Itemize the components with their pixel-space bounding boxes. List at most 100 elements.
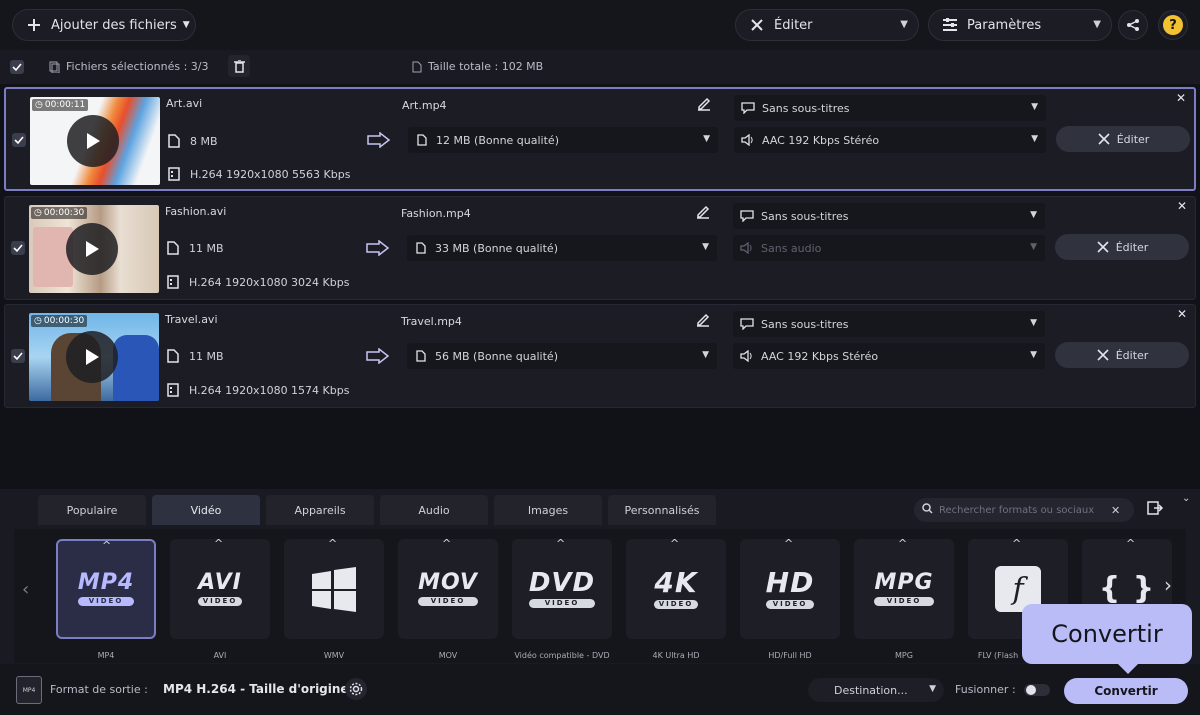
- chevron-down-icon: ▼: [1030, 350, 1037, 360]
- format-label: AVI: [213, 651, 227, 660]
- video-thumbnail[interactable]: ◷ 00:00:30: [29, 313, 159, 401]
- tab-devices[interactable]: Appareils: [266, 495, 374, 525]
- chevron-up-icon: ^: [1126, 537, 1136, 550]
- format-strip: ‹ ^ MP4 VIDEO ^ AVI VIDEO ^ ^ MOV VIDEO ^ D…: [14, 529, 1186, 663]
- edit-file-button[interactable]: Éditer: [1055, 234, 1189, 260]
- convert-button[interactable]: Convertir: [1064, 678, 1188, 704]
- share-button[interactable]: [1118, 10, 1148, 40]
- format-mov[interactable]: ^ MOV VIDEO: [398, 537, 498, 639]
- format-label: MOV: [438, 651, 458, 660]
- chevron-down-icon: ▼: [703, 134, 710, 144]
- format-label: Vidéo compatible - DVD: [514, 651, 610, 660]
- play-button[interactable]: [67, 115, 119, 167]
- play-button[interactable]: [66, 331, 118, 383]
- format-avi[interactable]: ^ AVI VIDEO: [170, 537, 270, 639]
- play-button[interactable]: [66, 223, 118, 275]
- output-quality-dropdown[interactable]: 12 MB (Bonne qualité) ▼: [408, 127, 718, 153]
- format-hd[interactable]: ^ HD VIDEO: [740, 537, 840, 639]
- file-row[interactable]: ◷ 00:00:30 Fashion.avi 11 MB H.264 1920x1…: [4, 196, 1196, 300]
- output-size: 12 MB (Bonne qualité): [436, 133, 559, 147]
- 4k-logo: 4K: [654, 566, 698, 599]
- source-filename: Fashion.avi: [165, 205, 227, 218]
- video-thumbnail[interactable]: ◷ 00:00:11: [30, 97, 160, 185]
- destination-dropdown[interactable]: Destination... ▼: [808, 678, 944, 702]
- tab-video[interactable]: Vidéo: [152, 495, 260, 525]
- play-icon: [86, 241, 99, 257]
- edit-file-button[interactable]: Éditer: [1055, 342, 1189, 368]
- export-icon[interactable]: [1146, 499, 1164, 520]
- subtitles-value: Sans sous-titres: [761, 317, 849, 331]
- remove-file-icon[interactable]: ✕: [1177, 307, 1187, 321]
- tab-popular[interactable]: Populaire: [38, 495, 146, 525]
- merge-toggle[interactable]: [1024, 684, 1050, 696]
- chevron-down-icon: ▼: [900, 19, 908, 30]
- check-icon: [13, 352, 23, 361]
- tab-images[interactable]: Images: [494, 495, 602, 525]
- output-size: 56 MB (Bonne qualité): [435, 349, 558, 363]
- mov-logo-sub: VIDEO: [418, 597, 478, 606]
- file-checkbox[interactable]: [11, 349, 25, 363]
- avi-logo-sub: VIDEO: [198, 597, 242, 606]
- tab-audio[interactable]: Audio: [380, 495, 488, 525]
- scroll-right-icon[interactable]: ›: [1164, 573, 1172, 597]
- output-size: 33 MB (Bonne qualité): [435, 241, 558, 255]
- output-filename[interactable]: Travel.mp4: [401, 315, 462, 328]
- select-all-checkbox[interactable]: [10, 60, 24, 74]
- output-filename[interactable]: Fashion.mp4: [401, 207, 471, 220]
- subtitles-dropdown[interactable]: Sans sous-titres ▼: [734, 95, 1046, 121]
- scroll-left-icon[interactable]: ‹: [22, 579, 29, 600]
- remove-file-icon[interactable]: ✕: [1177, 199, 1187, 213]
- edit-file-label: Éditer: [1115, 348, 1149, 362]
- output-filename[interactable]: Art.mp4: [402, 99, 447, 112]
- format-search-input[interactable]: Rechercher formats ou sociaux ✕: [914, 498, 1134, 522]
- tools-icon: [748, 16, 766, 34]
- mpg-logo: MPG: [874, 570, 934, 595]
- selected-files-count: Fichiers sélectionnés : 3/3: [66, 60, 209, 73]
- mp4-logo: MP4: [77, 570, 135, 595]
- source-size: 8 MB: [190, 134, 218, 148]
- format-4k[interactable]: ^ 4K VIDEO: [626, 537, 726, 639]
- file-row[interactable]: ◷ 00:00:11 Art.avi 8 MB H.264 1920x1080 5…: [4, 87, 1196, 191]
- edit-dropdown[interactable]: Éditer ▼: [735, 9, 919, 41]
- output-quality-dropdown[interactable]: 33 MB (Bonne qualité) ▼: [407, 235, 717, 261]
- settings-dropdown[interactable]: Paramètres ▼: [928, 9, 1112, 41]
- help-button[interactable]: ?: [1158, 10, 1188, 40]
- rename-button[interactable]: [695, 203, 711, 222]
- subtitles-dropdown[interactable]: Sans sous-titres ▼: [733, 203, 1045, 229]
- add-files-button[interactable]: Ajouter des fichiers ▼: [12, 9, 196, 41]
- source-codec: H.264 1920x1080 5563 Kbps: [190, 167, 351, 181]
- tab-custom[interactable]: Personnalisés: [608, 495, 716, 525]
- format-wmv[interactable]: ^: [284, 537, 384, 639]
- output-settings-button[interactable]: [345, 678, 367, 700]
- format-mpg[interactable]: ^ MPG VIDEO: [854, 537, 954, 639]
- file-icon: [167, 241, 181, 255]
- format-mp4[interactable]: ^ MP4 VIDEO: [56, 539, 156, 639]
- subtitles-dropdown[interactable]: Sans sous-titres ▼: [733, 311, 1045, 337]
- format-dvd[interactable]: ^ DVD VIDEO: [512, 537, 612, 639]
- clear-search-icon[interactable]: ✕: [1111, 504, 1120, 517]
- 4k-logo-sub: VIDEO: [654, 600, 698, 609]
- duration: 00:00:30: [43, 316, 85, 326]
- collapse-panel-icon[interactable]: ⌄: [1182, 493, 1190, 504]
- output-quality-dropdown[interactable]: 56 MB (Bonne qualité) ▼: [407, 343, 717, 369]
- audio-dropdown[interactable]: AAC 192 Kbps Stéréo ▼: [733, 343, 1045, 369]
- rename-button[interactable]: [695, 311, 711, 330]
- file-icon: [167, 349, 181, 363]
- edit-file-button[interactable]: Éditer: [1056, 126, 1190, 152]
- source-filename: Art.avi: [166, 97, 203, 110]
- file-checkbox[interactable]: [12, 133, 26, 147]
- rename-button[interactable]: [696, 95, 712, 114]
- file-icon: [413, 348, 429, 364]
- video-thumbnail[interactable]: ◷ 00:00:30: [29, 205, 159, 293]
- duration: 00:00:11: [44, 100, 86, 110]
- file-row[interactable]: ◷ 00:00:30 Travel.avi 11 MB H.264 1920x10…: [4, 304, 1196, 408]
- film-icon: [167, 383, 181, 397]
- clock-icon: ◷: [34, 208, 42, 218]
- chevron-up-icon: ^: [670, 537, 680, 550]
- audio-dropdown[interactable]: AAC 192 Kbps Stéréo ▼: [734, 127, 1046, 153]
- delete-button[interactable]: [228, 55, 250, 77]
- remove-file-icon[interactable]: ✕: [1176, 91, 1186, 105]
- hd-logo: HD: [765, 566, 815, 599]
- windows-logo-icon: [312, 567, 356, 612]
- file-checkbox[interactable]: [11, 241, 25, 255]
